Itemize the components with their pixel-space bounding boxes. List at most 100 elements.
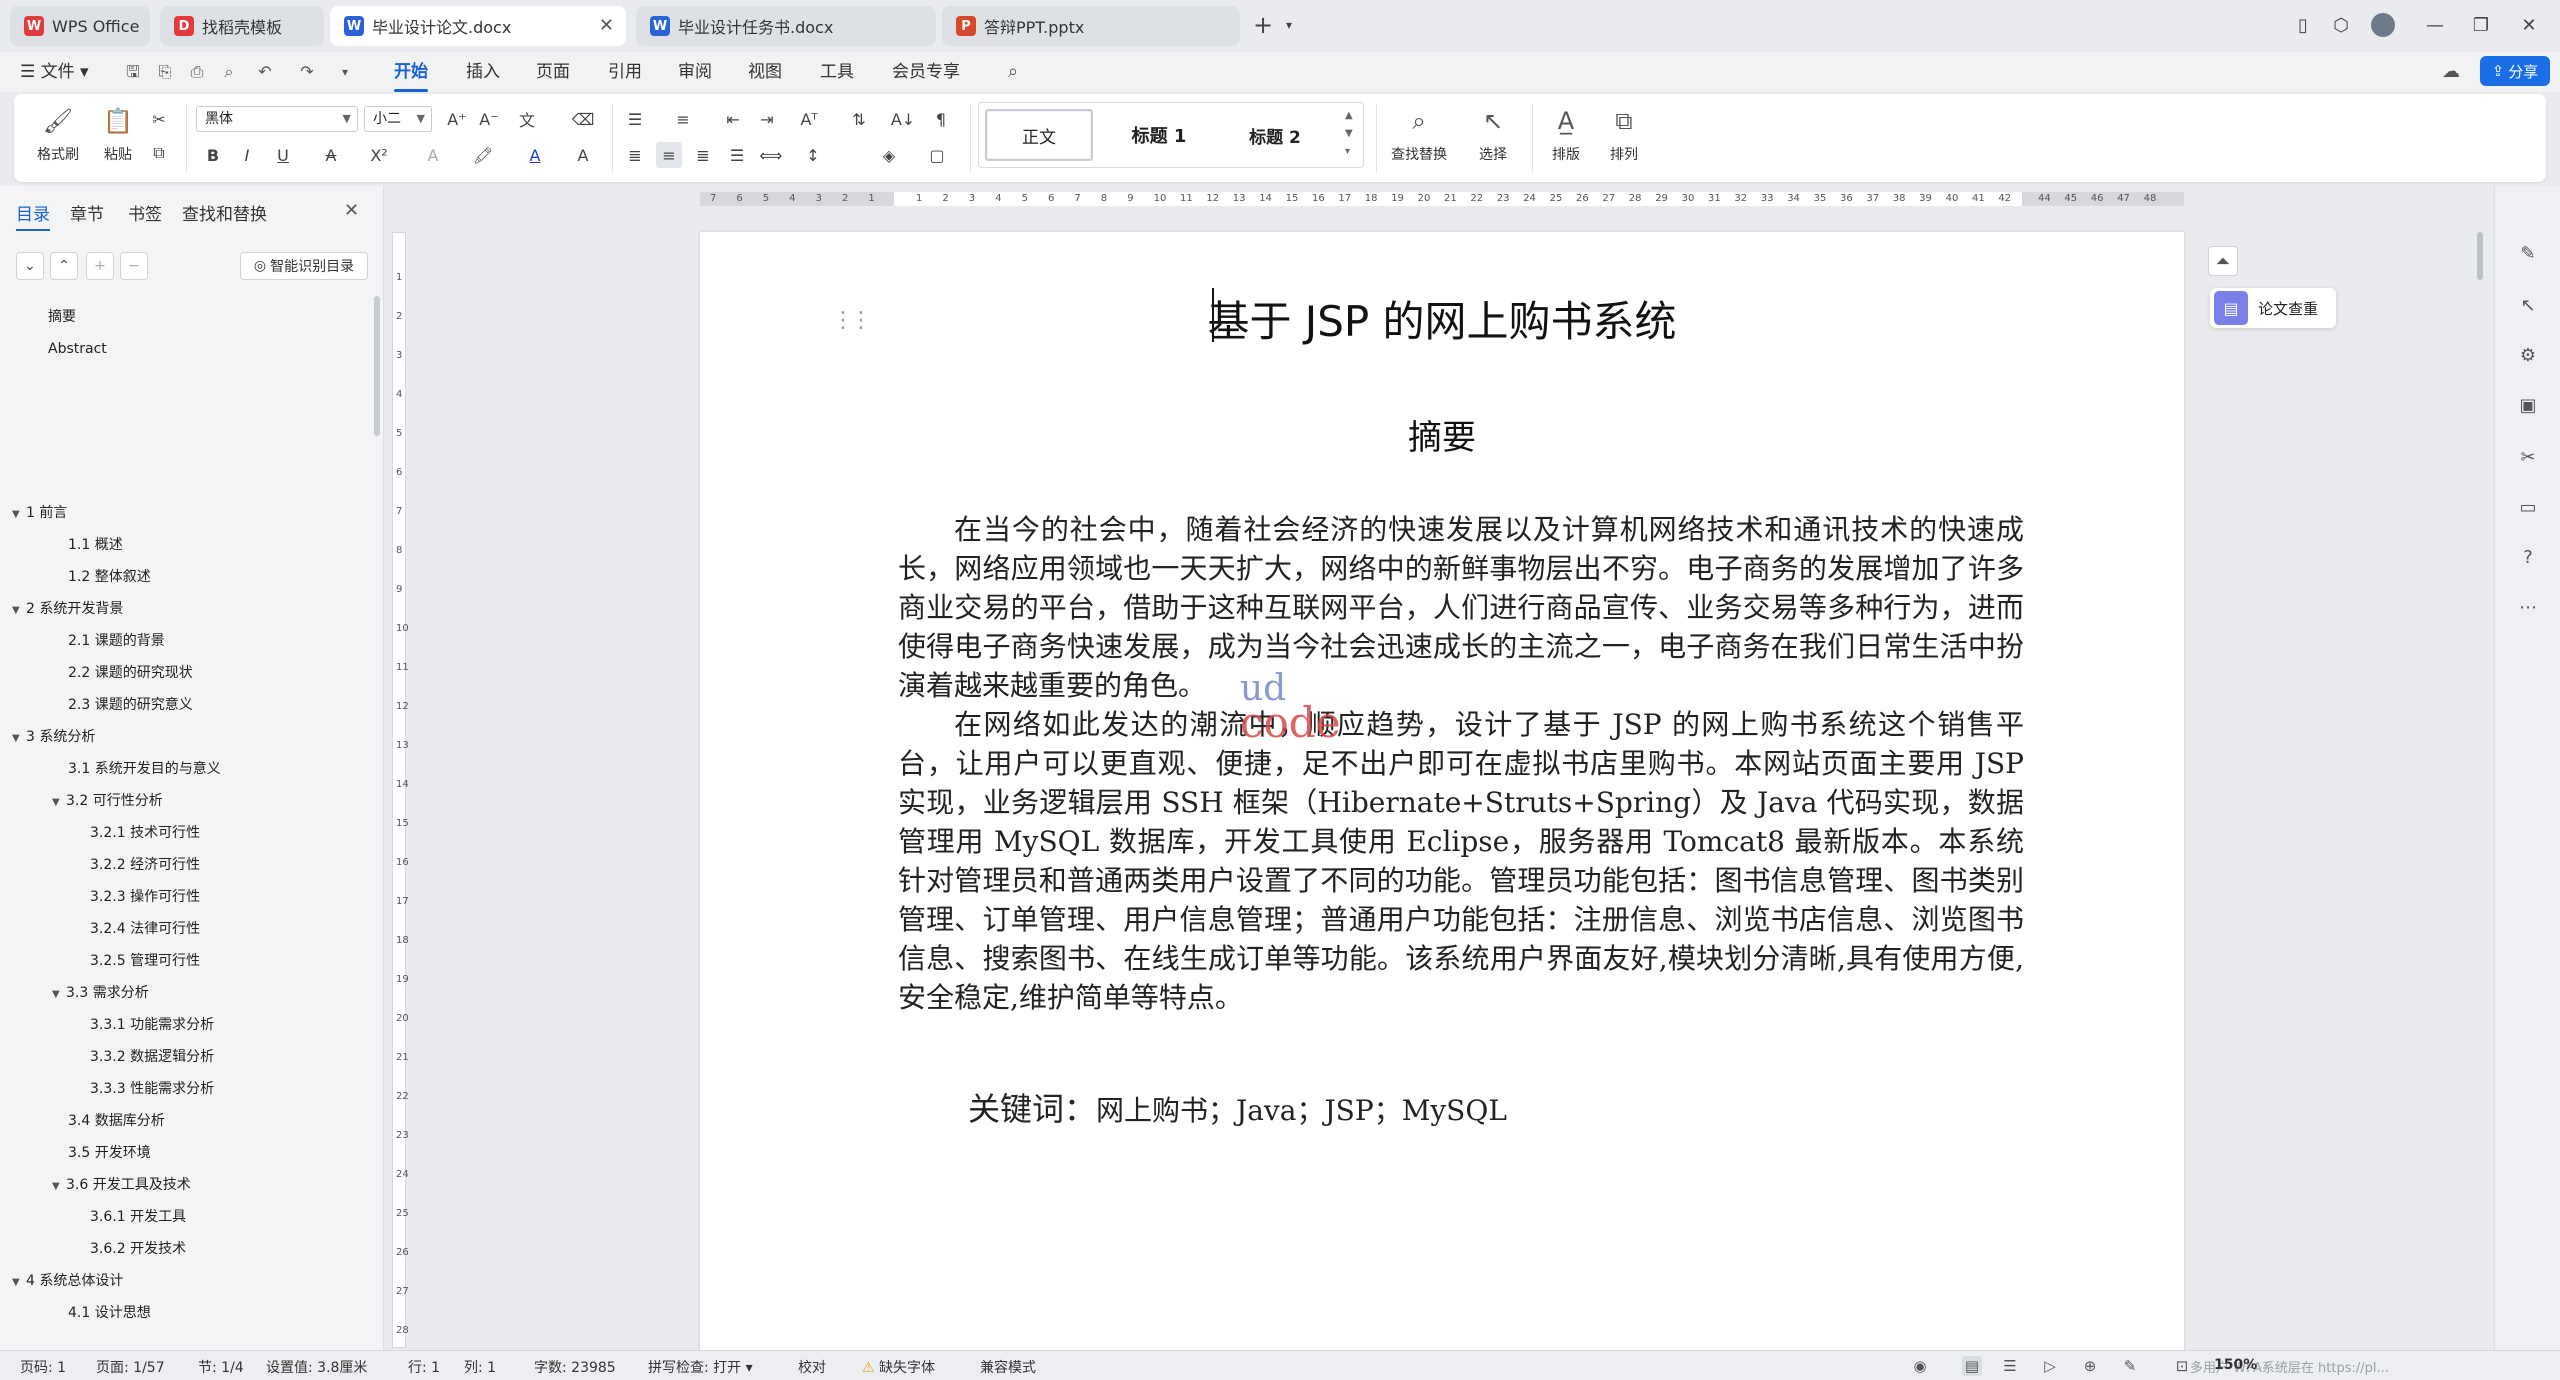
font-name-select[interactable]: 黑体 ▼: [196, 106, 358, 132]
toc-item[interactable]: 3.2.5 管理可行性: [90, 950, 200, 972]
cut-icon[interactable]: ✂: [146, 106, 172, 132]
help-icon[interactable]: ?: [2513, 542, 2543, 572]
sort-icon[interactable]: ⇅: [846, 106, 872, 132]
search-icon[interactable]: ⌕: [1002, 62, 1024, 82]
expand-chevron-icon[interactable]: ⌃: [50, 252, 78, 280]
toc-item[interactable]: 3.6.1 开发工具: [90, 1206, 186, 1228]
close-tab-icon[interactable]: ✕: [599, 15, 614, 36]
status-col[interactable]: 列: 1: [464, 1357, 496, 1377]
abstract-heading[interactable]: 摘要: [700, 410, 2184, 459]
toc-item[interactable]: ▼ 3.6 开发工具及技术: [52, 1174, 191, 1196]
style-gallery-scroll-icon[interactable]: ▲ ▼ ▾: [1345, 107, 1353, 161]
document-scrollbar[interactable]: [2472, 192, 2488, 1344]
print-icon[interactable]: ⎙: [186, 62, 208, 82]
tools-icon[interactable]: ✂: [2513, 442, 2543, 472]
expand-arrow-icon[interactable]: ▼: [12, 504, 26, 526]
toc-item[interactable]: 2.1 课题的背景: [68, 630, 165, 652]
avatar[interactable]: [2366, 10, 2400, 40]
toc-item[interactable]: ▼ 2 系统开发背景: [12, 598, 123, 620]
tab-list-chevron-icon[interactable]: ▾: [1272, 10, 1306, 40]
menu-member[interactable]: 会员专享: [892, 58, 960, 86]
toc-item[interactable]: 3.2.2 经济可行性: [90, 854, 200, 876]
shrink-font-icon[interactable]: A⁻: [476, 106, 502, 132]
eye-icon[interactable]: ◉: [1910, 1356, 1930, 1376]
grow-font-icon[interactable]: A⁺: [444, 106, 470, 132]
toc-item[interactable]: 1.1 概述: [68, 534, 123, 556]
format-painter-button[interactable]: 🖌 格式刷: [32, 104, 84, 164]
document-title[interactable]: 基于 JSP 的网上购书系统: [700, 288, 2184, 349]
pen-mode-icon[interactable]: ✎: [2120, 1356, 2140, 1376]
toc-item[interactable]: 3.4 数据库分析: [68, 1110, 165, 1132]
thesis-check-button[interactable]: ▤ 论文查重: [2210, 288, 2336, 328]
export-pdf-icon[interactable]: ⎘: [154, 62, 176, 82]
cloud-sync-icon[interactable]: ☁: [2440, 62, 2462, 82]
menu-reference[interactable]: 引用: [608, 58, 642, 86]
menu-page[interactable]: 页面: [536, 58, 570, 86]
paste-button[interactable]: 📋 粘贴: [92, 104, 144, 164]
restore-icon[interactable]: ❐: [2464, 10, 2498, 40]
remove-heading-icon[interactable]: −: [120, 252, 148, 280]
toc-item[interactable]: 3.2.1 技术可行性: [90, 822, 200, 844]
expand-arrow-icon[interactable]: ▼: [52, 792, 66, 814]
line-spacing-icon[interactable]: ↕: [800, 142, 826, 168]
distribute-icon[interactable]: ⟺: [758, 142, 784, 168]
toc-item[interactable]: 3.2.4 法律可行性: [90, 918, 200, 940]
toc-item[interactable]: ▼ 3.3 需求分析: [52, 982, 149, 1004]
arrange-button[interactable]: ⧉ 排列: [1598, 104, 1650, 164]
status-missing-font[interactable]: ⚠ 缺失字体: [862, 1357, 935, 1377]
toc-item[interactable]: ▼ 4 系统总体设计: [12, 1270, 123, 1292]
expand-arrow-icon[interactable]: ▼: [52, 1176, 66, 1198]
expand-arrow-icon[interactable]: ▼: [12, 1272, 26, 1294]
nav-tab-toc[interactable]: 目录: [16, 200, 50, 231]
layout-button[interactable]: A̲ 排版: [1540, 104, 1592, 164]
smart-toc-button[interactable]: ◎ 智能识别目录: [240, 252, 368, 280]
toc-item[interactable]: 3.5 开发环境: [68, 1142, 151, 1164]
numbered-list-icon[interactable]: ≡: [670, 106, 696, 132]
play-icon[interactable]: ▷: [2040, 1356, 2060, 1376]
align-center-icon[interactable]: ≡: [656, 142, 682, 168]
web-view-icon[interactable]: ⊕: [2080, 1356, 2100, 1376]
status-page[interactable]: 页面: 1/57: [96, 1357, 165, 1377]
more-icon[interactable]: ⋯: [2513, 592, 2543, 622]
outline-view-icon[interactable]: ☰: [2000, 1356, 2020, 1376]
status-page-number[interactable]: 页码: 1: [20, 1357, 66, 1377]
expand-arrow-icon[interactable]: ▼: [12, 600, 26, 622]
fill-icon[interactable]: ◈: [876, 142, 902, 168]
pinyin-icon[interactable]: 文: [514, 106, 540, 132]
select-button[interactable]: ↖ 选择: [1462, 104, 1524, 164]
toc-item[interactable]: 3.6.2 开发技术: [90, 1238, 186, 1260]
tab-thesis-docx[interactable]: W 毕业设计论文.docx ✕: [330, 6, 626, 46]
sort-az-icon[interactable]: A↓: [890, 106, 916, 132]
highlight-icon[interactable]: 🖍: [470, 142, 496, 168]
increase-indent-icon[interactable]: ⇥: [754, 106, 780, 132]
expand-arrow-icon[interactable]: ▼: [52, 984, 66, 1006]
scrollbar-thumb[interactable]: [2477, 232, 2483, 280]
border-icon[interactable]: ▢: [924, 142, 950, 168]
status-setting[interactable]: 设置值: 3.8厘米: [266, 1357, 367, 1377]
close-window-icon[interactable]: ✕: [2512, 10, 2546, 40]
pointer-icon[interactable]: ↖: [2513, 290, 2543, 320]
print-preview-icon[interactable]: ⌕: [218, 62, 240, 82]
share-button[interactable]: ⇪ 分享: [2480, 56, 2550, 86]
text-effect-icon[interactable]: A: [420, 142, 446, 168]
bullet-list-icon[interactable]: ☰: [622, 106, 648, 132]
toc-item[interactable]: 3.3.3 性能需求分析: [90, 1078, 214, 1100]
pen-icon[interactable]: ✎: [2513, 238, 2543, 268]
nav-scrollbar[interactable]: [374, 296, 380, 436]
style-normal[interactable]: 正文: [985, 109, 1093, 161]
status-word-count[interactable]: 字数: 23985: [534, 1357, 616, 1377]
sliders-icon[interactable]: ⚙: [2513, 340, 2543, 370]
abstract-paragraph-1[interactable]: 在当今的社会中，随着社会经济的快速发展以及计算机网络技术和通讯技术的快速成长，网…: [898, 510, 2024, 705]
menu-review[interactable]: 审阅: [678, 58, 712, 86]
toc-item[interactable]: 3.3.1 功能需求分析: [90, 1014, 214, 1036]
menu-tools[interactable]: 工具: [820, 58, 854, 86]
file-menu[interactable]: ☰ 文件 ▾: [20, 58, 89, 86]
undo-icon[interactable]: ↶: [254, 62, 276, 82]
status-row[interactable]: 行: 1: [408, 1357, 440, 1377]
nav-tab-chapter[interactable]: 章节: [70, 200, 104, 225]
image-icon[interactable]: ▣: [2513, 390, 2543, 420]
toc-item[interactable]: ▼ 3 系统分析: [12, 726, 95, 748]
toc-item[interactable]: 1.2 整体叙述: [68, 566, 151, 588]
show-marks-icon[interactable]: ¶: [928, 106, 954, 132]
collapse-chevron-icon[interactable]: ⌄: [16, 252, 44, 280]
